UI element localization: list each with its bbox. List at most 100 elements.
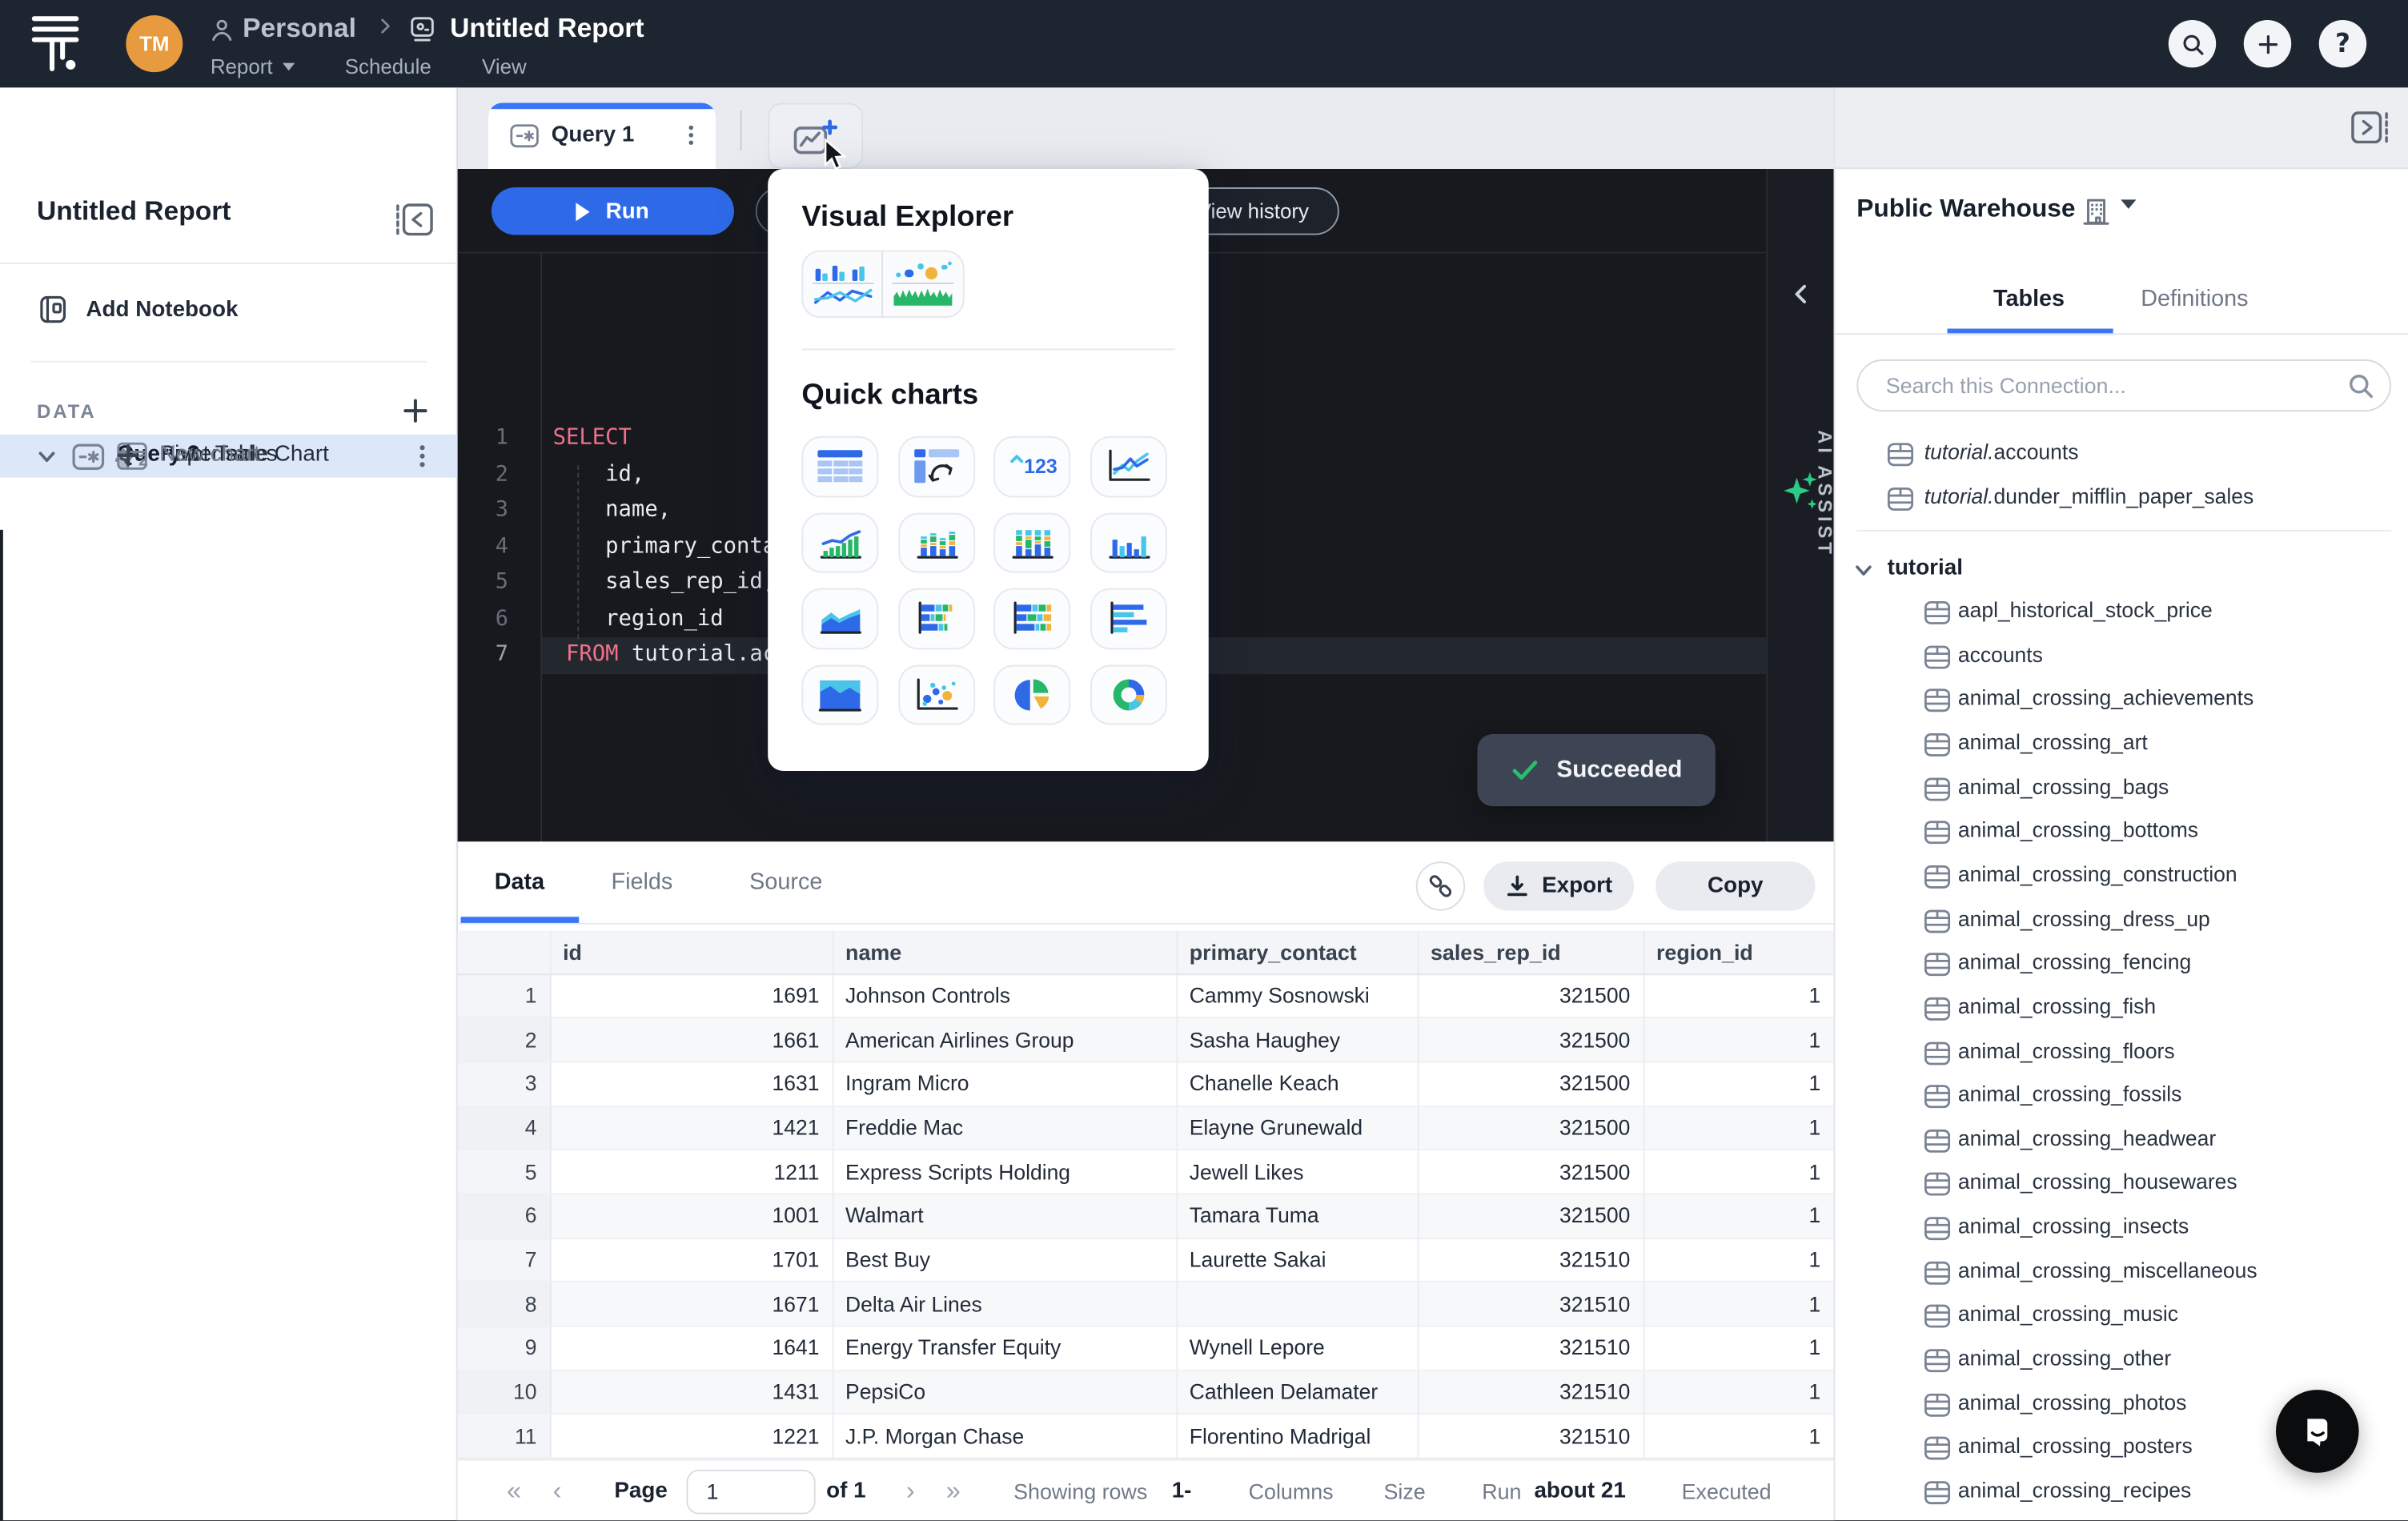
export-button[interactable]: Export	[1483, 861, 1634, 910]
table-item-animal_crossing_art[interactable]: animal_crossing_art	[1835, 723, 2408, 768]
prev-page-button[interactable]: ‹	[553, 1460, 562, 1521]
schema-group-tutorial[interactable]: tutorial	[1835, 550, 2408, 595]
table-item-animal_crossing_bags[interactable]: animal_crossing_bags	[1835, 767, 2408, 812]
share-link-button[interactable]	[1416, 861, 1465, 910]
breadcrumb-report-title[interactable]: Untitled Report	[450, 12, 644, 44]
tab-definitions[interactable]: Definitions	[2141, 286, 2248, 312]
visual-explorer-button[interactable]	[801, 251, 964, 318]
column-header-id[interactable]: id	[550, 931, 833, 974]
ai-assist-panel[interactable]: AI ASSIST	[1766, 169, 1833, 841]
table-item-accounts[interactable]: accounts	[1835, 636, 2408, 680]
table-item-animal_crossing_bottoms[interactable]: animal_crossing_bottoms	[1835, 811, 2408, 856]
table-item-animal_crossing_achievements[interactable]: animal_crossing_achievements	[1835, 679, 2408, 724]
column-header-region_id[interactable]: region_id	[1643, 931, 1834, 974]
sparkles-icon[interactable]	[1783, 470, 1820, 512]
table-item-animal_crossing_headwear[interactable]: animal_crossing_headwear	[1835, 1119, 2408, 1164]
quick-chart-stacked-column-100[interactable]	[993, 512, 1070, 573]
table-item-animal_crossing_insects[interactable]: animal_crossing_insects	[1835, 1207, 2408, 1252]
quick-chart-stacked-bar-100[interactable]	[993, 588, 1070, 649]
table-label: animal_crossing_insects	[1958, 1215, 2189, 1238]
quick-chart-area-chart-100[interactable]	[801, 664, 878, 725]
connection-search-input[interactable]	[1883, 361, 2328, 410]
table-icon	[1924, 1348, 1951, 1373]
tab-source[interactable]: Source	[749, 869, 822, 896]
column-header-primary_contact[interactable]: primary_contact	[1176, 931, 1417, 974]
connection-name[interactable]: Public Warehouse	[1856, 195, 2075, 224]
tab-query-1[interactable]: Query 1	[488, 103, 716, 169]
quick-chart-scatter-plot[interactable]	[897, 664, 974, 725]
sidebar-item-new-chart[interactable]: New chart	[0, 649, 458, 692]
quick-chart-pie-chart[interactable]	[993, 664, 1070, 725]
quick-chart-area-chart[interactable]	[801, 588, 878, 649]
copy-button[interactable]: Copy	[1656, 861, 1816, 910]
quick-chart-table[interactable]	[801, 436, 878, 497]
tab-tables[interactable]: Tables	[1993, 286, 2065, 312]
column-header-name[interactable]: name	[833, 931, 1177, 974]
table-item-animal_crossing_housewares[interactable]: animal_crossing_housewares	[1835, 1163, 2408, 1208]
table-item-aapl_historical_stock_price[interactable]: aapl_historical_stock_price	[1835, 592, 2408, 636]
page-input[interactable]	[687, 1469, 816, 1514]
showing-rows-label: Showing rows	[1013, 1460, 1147, 1521]
topnav-report[interactable]: Report	[211, 54, 295, 78]
table-icon	[1924, 1041, 1951, 1066]
avatar[interactable]: TM	[126, 15, 183, 72]
quick-chart-big-number[interactable]: 123	[993, 436, 1070, 497]
table-item-animal_crossing_music[interactable]: animal_crossing_music	[1835, 1295, 2408, 1340]
quick-chart-pivot-table[interactable]	[897, 436, 974, 497]
table-icon	[1924, 1260, 1951, 1285]
sidebar-item-query-2[interactable]: Query 2	[0, 520, 458, 564]
tab-fields[interactable]: Fields	[612, 869, 673, 896]
app-logo-menu-icon[interactable]	[25, 14, 86, 75]
quick-chart-stacked-column[interactable]	[897, 512, 974, 573]
table-item-animal_crossing_fossils[interactable]: animal_crossing_fossils	[1835, 1075, 2408, 1120]
table-item-animal_crossing_floors[interactable]: animal_crossing_floors	[1835, 1031, 2408, 1076]
pinned-table-dunder_mifflin_paper_sales[interactable]: tutorial.dunder_mifflin_paper_sales	[1835, 478, 2408, 523]
column-header-sales_rep_id[interactable]: sales_rep_id	[1418, 931, 1643, 974]
quick-chart-column-chart[interactable]	[1090, 512, 1166, 573]
collapse-sidebar-button[interactable]	[393, 201, 436, 238]
help-button[interactable]: ?	[2319, 20, 2366, 67]
support-chat-button[interactable]	[2276, 1390, 2359, 1473]
cell: American Airlines Group	[833, 1017, 1177, 1061]
sidebar-item-paper-sales[interactable]: 2Paper sales	[0, 564, 458, 607]
table-row: 71701Best BuyLaurette Sakai3215101	[458, 1238, 1834, 1282]
tab-data[interactable]: Data	[495, 869, 544, 896]
quick-chart-combo-chart[interactable]	[801, 512, 878, 573]
collapse-right-panel-button[interactable]	[2348, 109, 2391, 146]
breadcrumb-workspace[interactable]: Personal	[243, 12, 356, 44]
table-item-animal_crossing_construction[interactable]: animal_crossing_construction	[1835, 855, 2408, 900]
quick-chart-stacked-bar[interactable]	[897, 588, 974, 649]
connection-dropdown-icon[interactable]	[2121, 209, 2136, 237]
columns-label[interactable]: Columns	[1249, 1460, 1334, 1521]
chevron-down-icon[interactable]	[1853, 560, 1873, 580]
last-page-button[interactable]: »	[946, 1460, 961, 1521]
table-item-animal_crossing_recipes[interactable]: animal_crossing_recipes	[1835, 1471, 2408, 1516]
global-search-button[interactable]	[2169, 20, 2216, 67]
cell: 1631	[550, 1061, 833, 1106]
quick-chart-line-chart[interactable]	[1090, 436, 1166, 497]
item-menu-icon[interactable]	[408, 442, 436, 470]
topnav-view[interactable]: View	[482, 54, 527, 78]
table-item-animal_crossing_dress_up[interactable]: animal_crossing_dress_up	[1835, 899, 2408, 944]
table-item-animal_crossing_fish[interactable]: animal_crossing_fish	[1835, 987, 2408, 1032]
next-page-button[interactable]: ›	[906, 1460, 915, 1521]
sidebar-item-new-chart[interactable]: New chart	[0, 478, 458, 521]
code-line: region_id	[553, 601, 724, 637]
chevron-down-icon[interactable]	[37, 447, 57, 467]
chevron-left-icon[interactable]	[1789, 283, 1812, 306]
table-item-animal_crossing_fencing[interactable]: animal_crossing_fencing	[1835, 943, 2408, 988]
run-button[interactable]: Run	[492, 187, 734, 235]
sidebar-item-pivot-table-chart[interactable]: Pivot Table Chart	[0, 607, 458, 650]
pinned-table-accounts[interactable]: tutorial.accounts	[1835, 433, 2408, 478]
topnav-schedule[interactable]: Schedule	[345, 54, 431, 78]
tab-menu-icon[interactable]	[679, 122, 704, 147]
first-page-button[interactable]: «	[507, 1460, 521, 1521]
add-notebook-button[interactable]: Add Notebook	[86, 298, 238, 323]
size-label[interactable]: Size	[1383, 1460, 1425, 1521]
quick-chart-donut-chart[interactable]	[1090, 664, 1166, 725]
table-item-animal_crossing_miscellaneous[interactable]: animal_crossing_miscellaneous	[1835, 1251, 2408, 1296]
create-button[interactable]	[2244, 20, 2291, 67]
quick-chart-bar-chart[interactable]	[1090, 588, 1166, 649]
add-data-button[interactable]	[399, 395, 431, 427]
table-item-animal_crossing_other[interactable]: animal_crossing_other	[1835, 1339, 2408, 1384]
